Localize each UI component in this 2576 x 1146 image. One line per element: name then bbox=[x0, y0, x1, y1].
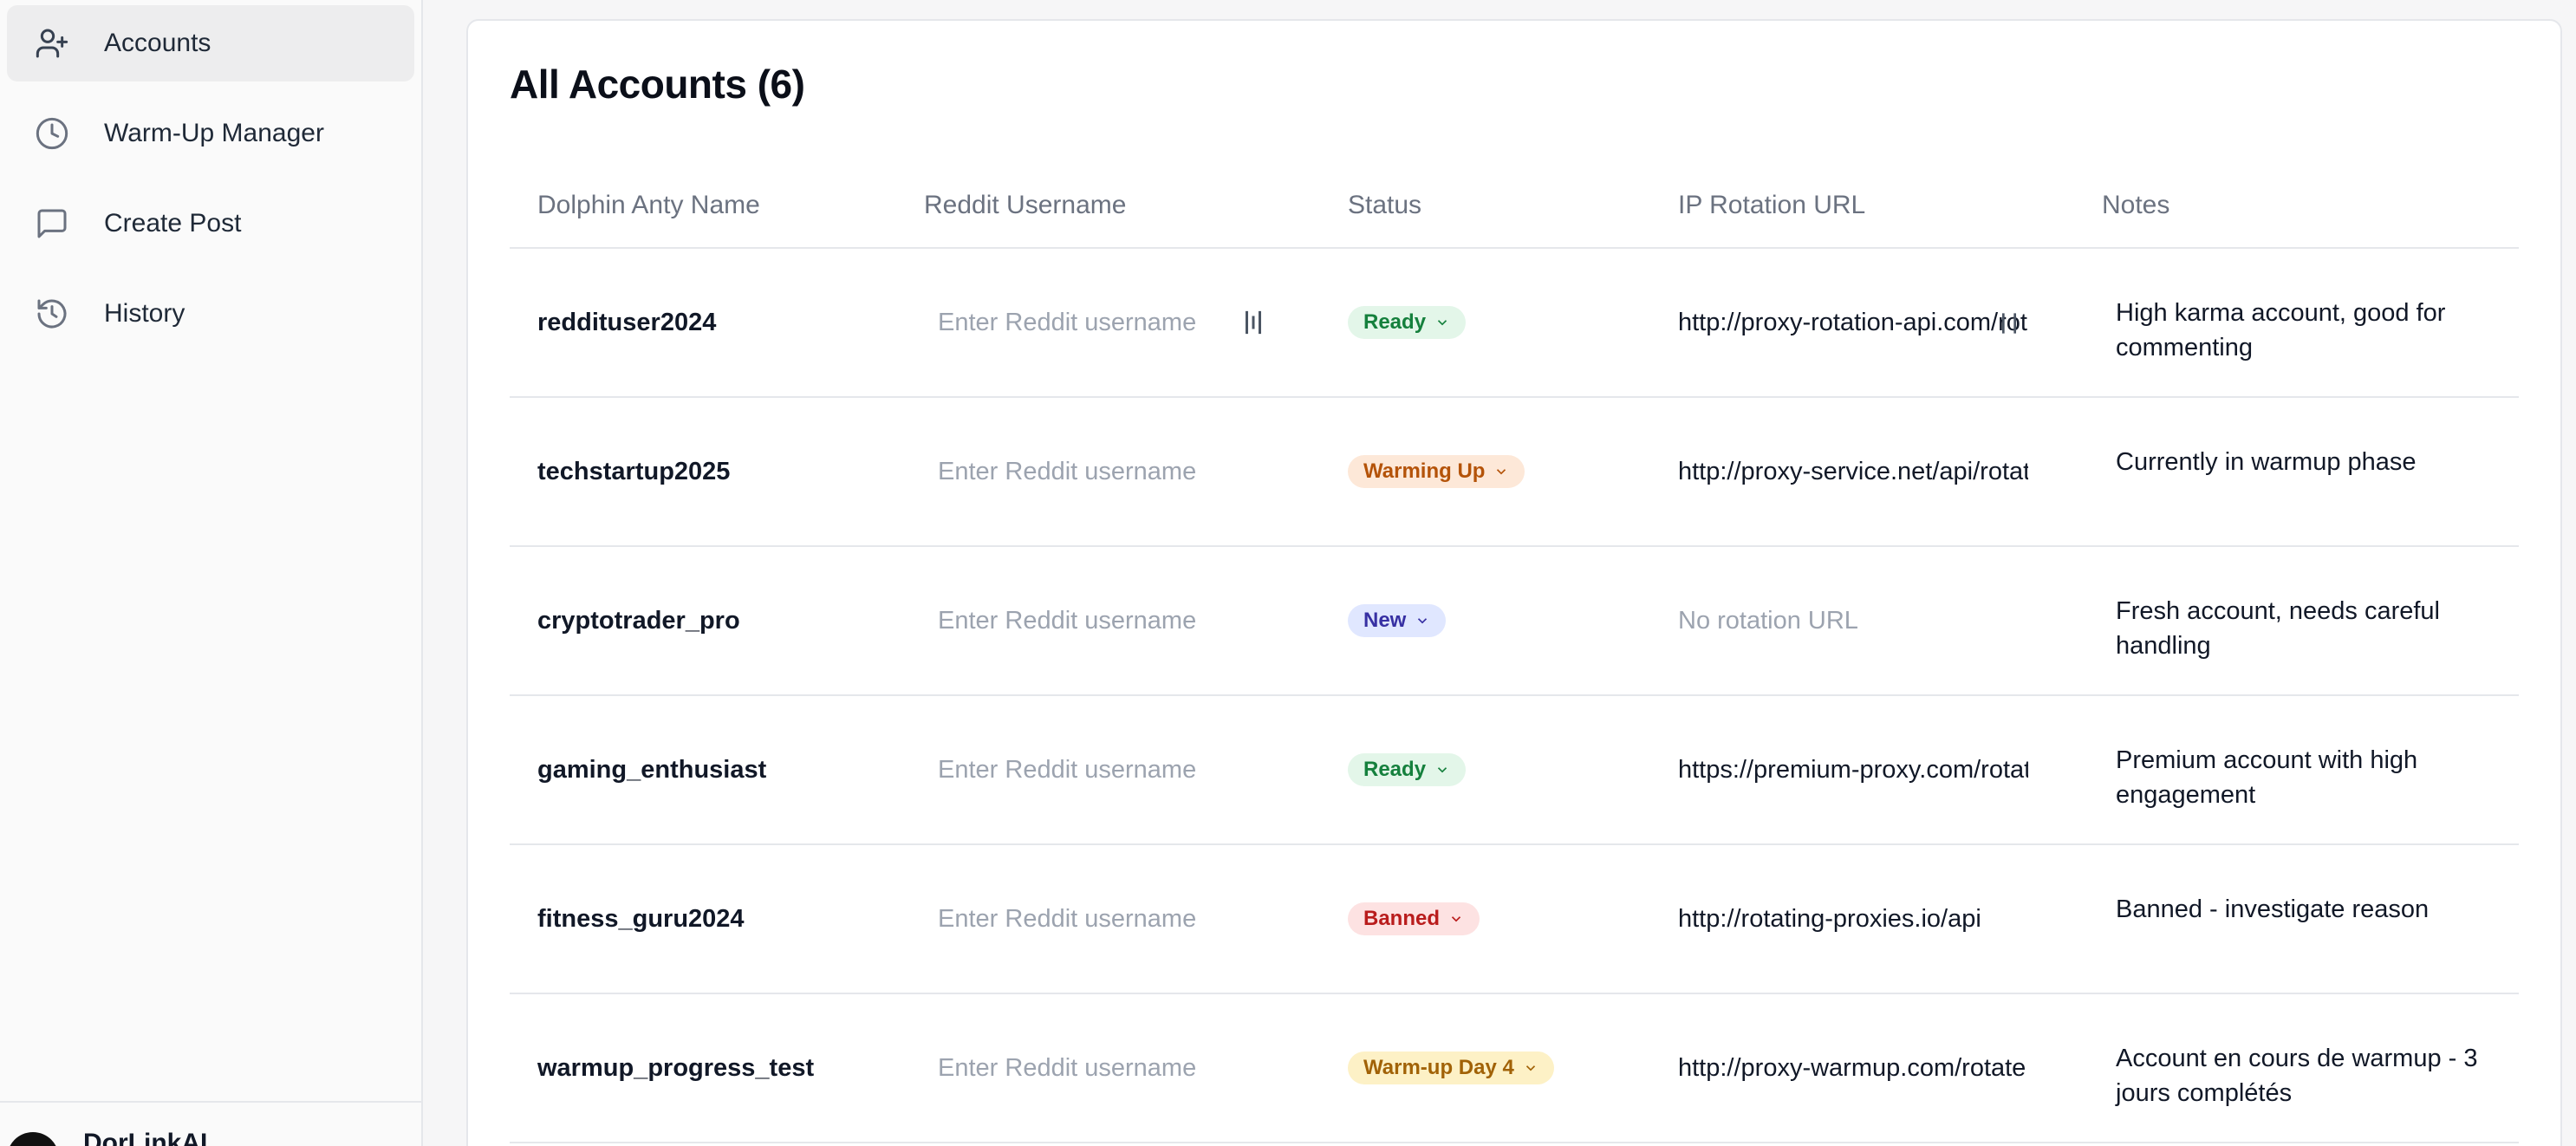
ip-rotation-url-field[interactable]: https://premium-proxy.com/rotate bbox=[1664, 756, 2028, 785]
ip-rotation-url-field[interactable]: http://proxy-service.net/api/rotate bbox=[1664, 458, 2028, 486]
status-label: Banned bbox=[1363, 907, 1441, 930]
sidebar-item-warm-up-manager[interactable]: Warm-Up Manager bbox=[7, 95, 414, 172]
notes-cell[interactable]: Account en cours de warmup - 3 jours com… bbox=[2074, 993, 2519, 1143]
status-badge[interactable]: Ready bbox=[1348, 306, 1467, 339]
app-window: Accounts Warm-Up Manager Create Post His… bbox=[0, 0, 2576, 1146]
reddit-username-input[interactable]: Enter Reddit username bbox=[910, 1043, 1291, 1093]
chevron-down-icon bbox=[1497, 469, 1506, 475]
chevron-down-icon bbox=[1437, 767, 1447, 773]
status-badge[interactable]: New bbox=[1348, 604, 1447, 637]
status-label: Warming Up bbox=[1363, 459, 1486, 483]
ip-rotation-url-field[interactable]: No rotation URL bbox=[1664, 607, 2028, 635]
ip-rotation-url-field[interactable]: http://rotating-proxies.io/api bbox=[1664, 905, 2028, 934]
column-header-ip-rotation-url: IP Rotation URL bbox=[1678, 190, 1866, 219]
reddit-username-input[interactable]: Enter Reddit username bbox=[910, 297, 1291, 348]
clock-icon bbox=[35, 116, 69, 151]
account-name: warmup_progress_test bbox=[537, 1053, 815, 1082]
sidebar-nav: Accounts Warm-Up Manager Create Post His… bbox=[0, 0, 421, 352]
ip-rotation-url-text: https://premium-proxy.com/rotate bbox=[1678, 755, 2028, 784]
column-header-reddit-username: Reddit Username bbox=[924, 190, 1127, 219]
chevron-down-icon bbox=[1418, 618, 1428, 624]
main-content: All Accounts (6) Dolphin Anty Name Reddi… bbox=[423, 0, 2576, 1146]
status-badge[interactable]: Warm-up Day 4 bbox=[1348, 1052, 1554, 1084]
sidebar-item-label: Accounts bbox=[104, 29, 211, 57]
account-name: reddituser2024 bbox=[537, 308, 717, 336]
table-row: techstartup2025 Enter Reddit username Wa… bbox=[510, 397, 2519, 546]
message-square-icon bbox=[35, 206, 69, 241]
user-profile[interactable]: DorLinkAI bbox=[0, 1101, 421, 1146]
sidebar-item-label: Create Post bbox=[104, 209, 242, 238]
ip-rotation-url-field[interactable]: http://proxy-rotation-api.com/rotate bbox=[1664, 309, 2028, 337]
ip-rotation-url-text: http://proxy-rotation-api.com/rotate bbox=[1678, 308, 2028, 336]
status-label: Ready bbox=[1363, 310, 1427, 334]
avatar bbox=[7, 1132, 59, 1146]
column-header-notes: Notes bbox=[2102, 190, 2170, 219]
text-cursor-icon bbox=[2002, 312, 2016, 334]
table-row: gaming_enthusiast Enter Reddit username … bbox=[510, 695, 2519, 844]
chevron-down-icon bbox=[1525, 1065, 1535, 1071]
status-badge[interactable]: Warming Up bbox=[1348, 455, 1525, 488]
account-name: cryptotrader_pro bbox=[537, 606, 740, 635]
account-name: gaming_enthusiast bbox=[537, 755, 767, 784]
ip-rotation-url-field[interactable]: http://proxy-warmup.com/rotate bbox=[1664, 1054, 2028, 1083]
sidebar-item-label: Warm-Up Manager bbox=[104, 119, 324, 147]
sidebar-item-label: History bbox=[104, 299, 185, 328]
user-plus-icon bbox=[35, 26, 69, 61]
table-row: reddituser2024 Enter Reddit username Rea… bbox=[510, 248, 2519, 397]
column-header-status: Status bbox=[1348, 190, 1422, 219]
notes-cell[interactable]: Currently in warmup phase bbox=[2074, 397, 2519, 546]
chevron-down-icon bbox=[1451, 916, 1461, 922]
sidebar-item-accounts[interactable]: Accounts bbox=[7, 5, 414, 81]
table-row: warmup_progress_test Enter Reddit userna… bbox=[510, 993, 2519, 1143]
text-cursor-icon bbox=[1246, 310, 1261, 335]
ip-rotation-url-text: http://proxy-warmup.com/rotate bbox=[1678, 1053, 2026, 1082]
notes-cell[interactable]: Banned - investigate reason bbox=[2074, 844, 2519, 993]
status-badge[interactable]: Ready bbox=[1348, 753, 1467, 786]
input-placeholder: Enter Reddit username bbox=[938, 457, 1197, 485]
input-placeholder: Enter Reddit username bbox=[938, 904, 1197, 933]
sidebar-item-history[interactable]: History bbox=[7, 276, 414, 352]
account-name: fitness_guru2024 bbox=[537, 904, 745, 933]
reddit-username-input[interactable]: Enter Reddit username bbox=[910, 446, 1291, 497]
notes-cell[interactable]: Fresh account, needs careful handling bbox=[2074, 546, 2519, 695]
sidebar-item-create-post[interactable]: Create Post bbox=[7, 186, 414, 262]
account-name: techstartup2025 bbox=[537, 457, 731, 485]
ip-rotation-url-text: http://rotating-proxies.io/api bbox=[1678, 904, 1981, 933]
table-row: cryptotrader_pro Enter Reddit username N… bbox=[510, 546, 2519, 695]
reddit-username-input[interactable]: Enter Reddit username bbox=[910, 745, 1291, 795]
status-label: Warm-up Day 4 bbox=[1363, 1056, 1514, 1079]
accounts-table: Dolphin Anty Name Reddit Username Status… bbox=[510, 163, 2519, 1143]
input-placeholder: Enter Reddit username bbox=[938, 755, 1197, 784]
user-name: DorLinkAI bbox=[83, 1129, 208, 1146]
notes-cell[interactable]: Premium account with high engagement bbox=[2074, 695, 2519, 844]
status-label: New bbox=[1363, 609, 1407, 632]
page-title: All Accounts (6) bbox=[510, 62, 805, 107]
ip-rotation-url-text: http://proxy-service.net/api/rotate bbox=[1678, 457, 2028, 485]
status-badge[interactable]: Banned bbox=[1348, 902, 1480, 935]
notes-cell[interactable]: High karma account, good for commenting bbox=[2074, 248, 2519, 397]
history-icon bbox=[35, 296, 69, 331]
column-header-dolphin-anty-name: Dolphin Anty Name bbox=[537, 190, 760, 219]
sidebar: Accounts Warm-Up Manager Create Post His… bbox=[0, 0, 423, 1146]
chevron-down-icon bbox=[1437, 320, 1447, 326]
reddit-username-input[interactable]: Enter Reddit username bbox=[910, 596, 1291, 646]
status-label: Ready bbox=[1363, 758, 1427, 781]
ip-rotation-url-text: No rotation URL bbox=[1678, 606, 1858, 635]
input-placeholder: Enter Reddit username bbox=[938, 606, 1197, 635]
reddit-username-input[interactable]: Enter Reddit username bbox=[910, 894, 1291, 944]
input-placeholder: Enter Reddit username bbox=[938, 308, 1197, 336]
input-placeholder: Enter Reddit username bbox=[938, 1053, 1197, 1082]
table-header-row: Dolphin Anty Name Reddit Username Status… bbox=[510, 163, 2519, 248]
table-row: fitness_guru2024 Enter Reddit username B… bbox=[510, 844, 2519, 993]
accounts-card: All Accounts (6) Dolphin Anty Name Reddi… bbox=[466, 19, 2562, 1146]
